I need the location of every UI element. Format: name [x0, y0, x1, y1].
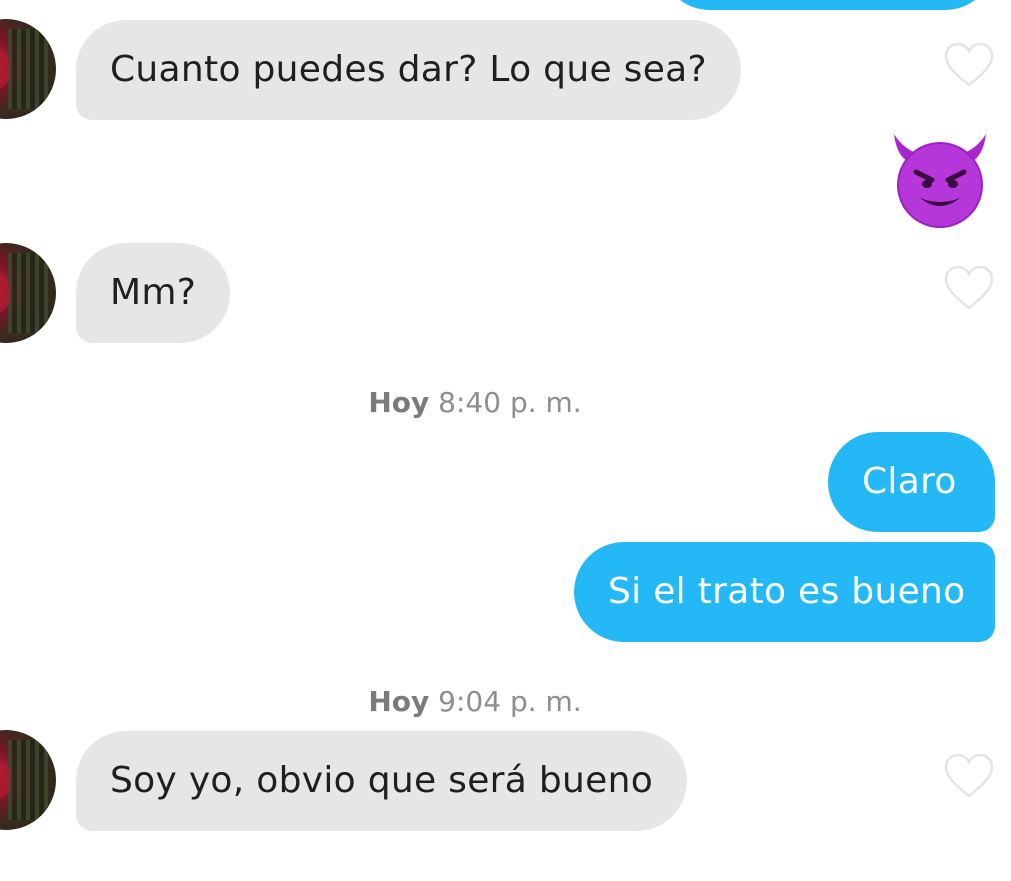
timestamp-day: Hoy: [368, 685, 430, 718]
message-timestamp: Hoy 8:40 p. m.: [0, 386, 950, 419]
message-text: Cuanto puedes dar? Lo que sea?: [110, 49, 707, 90]
message-text: Si el trato es bueno: [608, 571, 966, 612]
message-text: Soy yo, obvio que será bueno: [110, 760, 654, 801]
timestamp-period: p. m.: [509, 386, 582, 419]
timestamp-time: 8:40: [438, 386, 502, 419]
heart-outline-icon[interactable]: [944, 42, 994, 88]
timestamp-day: Hoy: [368, 386, 430, 419]
incoming-message[interactable]: Soy yo, obvio que será bueno: [76, 731, 688, 831]
outgoing-message[interactable]: Claro: [828, 432, 995, 532]
contact-avatar[interactable]: [0, 19, 56, 119]
timestamp-time: 9:04: [438, 685, 502, 718]
smiling-face-with-horns-icon: [894, 134, 986, 228]
timestamp-period: p. m.: [509, 685, 582, 718]
message-timestamp: Hoy 9:04 p. m.: [0, 685, 950, 718]
message-text: Mm?: [110, 272, 197, 313]
incoming-message[interactable]: Mm?: [76, 243, 231, 343]
contact-avatar[interactable]: [0, 243, 56, 343]
contact-avatar[interactable]: [0, 730, 56, 830]
heart-outline-icon[interactable]: [944, 265, 994, 311]
outgoing-message-partial[interactable]: [660, 0, 995, 10]
heart-outline-icon[interactable]: [944, 753, 994, 799]
message-text: Claro: [862, 461, 957, 502]
incoming-message[interactable]: Cuanto puedes dar? Lo que sea?: [76, 20, 741, 120]
outgoing-message[interactable]: Si el trato es bueno: [574, 542, 995, 642]
